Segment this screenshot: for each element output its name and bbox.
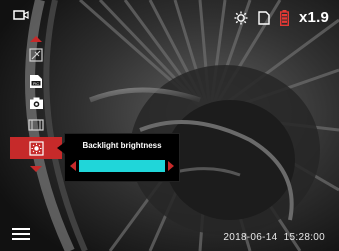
shutter-correction-icon: [29, 48, 43, 62]
brightness-track[interactable]: [79, 160, 165, 172]
menu-item-screenshot[interactable]: [10, 92, 62, 114]
decrease-arrow-icon[interactable]: [70, 161, 76, 171]
popup-pointer: [57, 142, 65, 154]
status-bar: x1.9: [234, 9, 329, 26]
hamburger-menu-icon[interactable]: [12, 228, 30, 243]
thermal-camera-screen: x1.9 PIC Backlight brightness 2018-06-14…: [0, 0, 339, 251]
brightness-slider[interactable]: [70, 159, 174, 173]
date-time-stamp: 2018-06-14 15:28:00: [223, 232, 325, 243]
screenshot-icon: [29, 97, 43, 109]
settings-gear-icon: [234, 11, 248, 24]
battery-icon: [280, 9, 289, 26]
zoom-level: x1.9: [299, 9, 329, 26]
menu-item-backlight-brightness[interactable]: [10, 137, 62, 159]
menu-item-pic-format[interactable]: PIC: [10, 70, 62, 92]
svg-text:PIC: PIC: [33, 81, 39, 85]
brightness-icon: [28, 140, 44, 156]
increase-arrow-icon[interactable]: [168, 161, 174, 171]
popup-title: Backlight brightness: [82, 141, 162, 150]
menu-scroll-down-indicator[interactable]: [10, 166, 62, 176]
camera-mode-icon[interactable]: [13, 8, 29, 26]
sd-card-icon: [258, 10, 270, 25]
menu-item-video-clip[interactable]: [10, 114, 62, 136]
pic-format-icon: PIC: [30, 74, 42, 88]
menu-item-shutter-correction[interactable]: [10, 44, 62, 66]
backlight-brightness-popup: Backlight brightness: [57, 133, 180, 182]
brightness-level-bar: [79, 160, 165, 172]
video-clip-icon: [28, 119, 44, 131]
